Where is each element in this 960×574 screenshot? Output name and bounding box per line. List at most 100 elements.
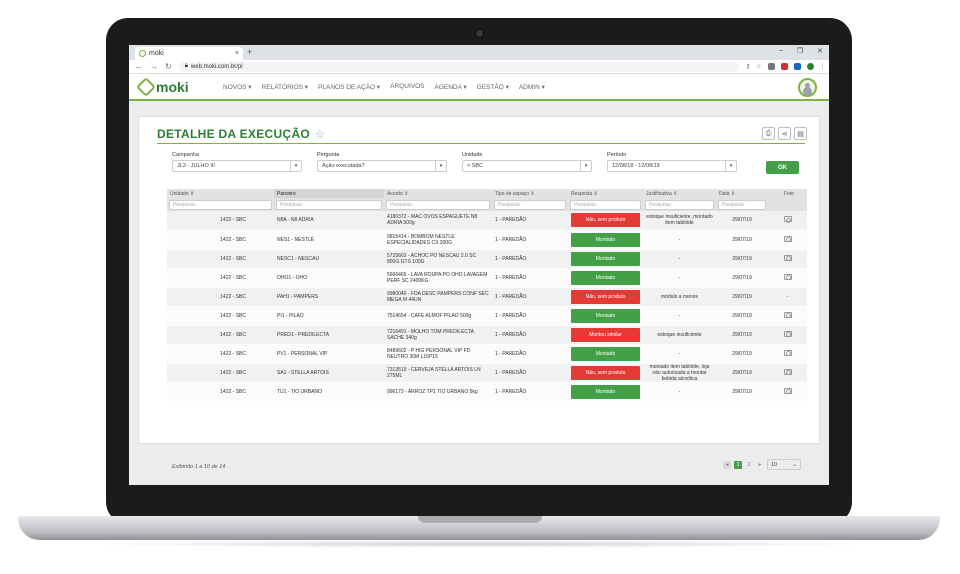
table-row[interactable]: 1422 - SBC PI1 - PILAO 7514654 - CAFE ALMO… [167,306,807,326]
extension-icon[interactable] [767,63,775,70]
cell-data: 29/07/19 [716,363,768,383]
foto-cell[interactable] [768,344,807,364]
table-row[interactable]: 1422 - SBC TU1 - TIO URBANO 996173 - ARROZ… [167,382,807,402]
search-acordo-input[interactable]: Pesquisar [386,199,490,210]
export-icon[interactable]: ▤ [794,127,807,140]
nav-novos[interactable]: NOVOS ▾ [223,83,252,91]
ok-button[interactable]: OK [766,161,799,174]
extension-icon[interactable] [793,63,801,70]
foto-cell[interactable] [768,382,807,402]
cell-unidade: 1422 - SBC [167,268,274,288]
page-1-button[interactable]: 1 [734,460,742,469]
table-row[interactable]: 1422 - SBC PRED1 - PREDILECTA 7216491 - MO… [167,325,807,345]
table-row[interactable]: 1422 - SBC NES1 - NESTLÉ 9815414 - BOMBOM … [167,230,807,250]
foto-cell[interactable] [768,306,807,326]
cell-acordo: 996173 - ARROZ TP1 TIO URBANO 5kg [384,382,492,402]
search-unidade-input[interactable]: Pesquisar [169,199,272,210]
foto-cell[interactable] [768,249,807,269]
foto-cell[interactable] [768,363,807,383]
favorite-star-icon[interactable]: ☆ [315,128,325,141]
moki-logo[interactable]: moki [136,76,223,97]
filter-label: Unidade [462,152,483,158]
cell-tipo-espaco: 1 - PAREDÃO [492,344,568,364]
col-resposta[interactable]: Resposta ⇕ [568,189,643,198]
back-icon[interactable]: ← [135,62,143,71]
close-window-button[interactable]: ✕ [817,47,823,55]
col-parceiro[interactable]: Parceiro [274,189,384,198]
maximize-button[interactable]: ❐ [797,47,803,55]
pergunta-select[interactable]: Ação executada? ▾ [317,160,447,172]
camera-icon[interactable] [783,216,792,223]
page-2-button[interactable]: 2 [745,461,753,469]
print-icon[interactable]: ⎙ [762,127,775,140]
cell-tipo-espaco: 1 - PAREDÃO [492,249,568,269]
camera-icon[interactable] [783,349,792,356]
browser-tab[interactable]: moki × [135,47,243,60]
cell-unidade: 1422 - SBC [167,363,274,383]
next-page-icon[interactable]: ▸ [756,461,764,469]
camera-icon[interactable] [783,273,792,280]
nav-relatorios[interactable]: RELATÓRIOS ▾ [262,83,308,91]
table-row[interactable]: 1422 - SBC SA1 - STELLA ARTOIS 7313519 - C… [167,363,807,383]
cell-unidade: 1422 - SBC [167,211,274,231]
menu-kebab-icon[interactable]: ⋮ [820,63,826,70]
search-parceiro-input[interactable]: Pesquisar [276,199,382,210]
search-justificativa-input[interactable]: Pesquisar [645,199,714,210]
prev-page-icon[interactable]: ◂ [723,460,731,469]
table-row[interactable]: 1422 - SBC PAH1 - PAMPERS 9980040 - FDA DE… [167,287,807,307]
foto-cell[interactable] [768,325,807,345]
url-field[interactable]: 🔒︎ web.moki.com.br/pl [178,61,739,72]
forward-icon[interactable]: → [150,62,158,71]
select-value: × SBC [467,163,484,169]
reload-icon[interactable]: ↻ [165,62,172,71]
col-unidade[interactable]: Unidade ⇕ [167,189,274,198]
search-tipo-input[interactable]: Pesquisar [494,199,566,210]
col-tipo-espaco[interactable]: Tipo de espaço ⇕ [492,189,568,198]
col-data[interactable]: Data ⇕ [716,189,768,198]
extension-icon[interactable] [780,63,788,70]
bookmark-star-icon[interactable]: ☆ [756,63,761,70]
page-size-select[interactable]: 10 ⌄ [767,459,801,470]
filter-label: Período [607,152,627,158]
new-tab-button[interactable]: + [247,47,252,57]
camera-icon[interactable] [783,330,792,337]
table-row[interactable]: 1422 - SBC PV1 - PERSONAL VIP 8489602 - P … [167,344,807,364]
foto-cell[interactable] [768,230,807,250]
page-actions: ⎙ ⋖ ▤ [762,127,807,140]
nav-planos-de-acao[interactable]: PLANOS DE AÇÃO ▾ [318,83,380,91]
camera-icon[interactable] [783,368,792,375]
periodo-select[interactable]: 12/08/18 - 12/08/19 ▾ [607,160,737,172]
response-badge: Montado [571,251,640,266]
minimize-button[interactable]: – [779,47,783,55]
nav-admin[interactable]: ADMIN ▾ [519,83,545,91]
table-row[interactable]: 1422 - SBC N8A - N8 ADRIA 4180372 - MAC OV… [167,211,807,231]
table-row[interactable]: 1422 - SBC NESC1 - NESCAU 5725663 - ACHOC … [167,249,807,269]
campanha-select[interactable]: JL3 - JULHO III ▾ [172,160,302,172]
close-tab-icon[interactable]: × [235,50,239,57]
profile-icon[interactable] [806,63,814,70]
foto-cell[interactable] [768,268,807,288]
nav-arquivos[interactable]: ARQUIVOS [390,83,424,91]
share-icon[interactable]: ⋖ [778,127,791,140]
user-avatar[interactable] [798,78,817,97]
cell-tipo-espaco: 1 - PAREDÃO [492,268,568,288]
response-badge: Não, sem produto [571,213,640,228]
key-icon[interactable]: ⚷ [746,63,750,70]
col-acordo[interactable]: Acordo ⇕ [384,189,492,198]
cell-tipo-espaco: 1 - PAREDÃO [492,363,568,383]
camera-icon[interactable] [783,254,792,261]
cell-data: 29/07/19 [716,325,768,345]
col-justificativa[interactable]: Justificativa ⇕ [643,189,716,198]
cell-tipo-espaco: 1 - PAREDÃO [492,211,568,231]
foto-cell[interactable] [768,211,807,231]
table-row[interactable]: 1422 - SBC OHO1 - OHO 5666465 - LAVA ROUPA… [167,268,807,288]
cell-unidade: 1422 - SBC [167,344,274,364]
nav-gestao[interactable]: GESTÃO ▾ [477,83,509,91]
camera-icon[interactable] [783,387,792,394]
nav-agenda[interactable]: AGENDA ▾ [435,83,467,91]
search-data-input[interactable]: Pesquisar [718,199,766,210]
unidade-select[interactable]: × SBC ▾ [462,160,592,172]
camera-icon[interactable] [783,235,792,242]
search-resposta-input[interactable]: Pesquisar [570,199,641,210]
camera-icon[interactable] [783,311,792,318]
